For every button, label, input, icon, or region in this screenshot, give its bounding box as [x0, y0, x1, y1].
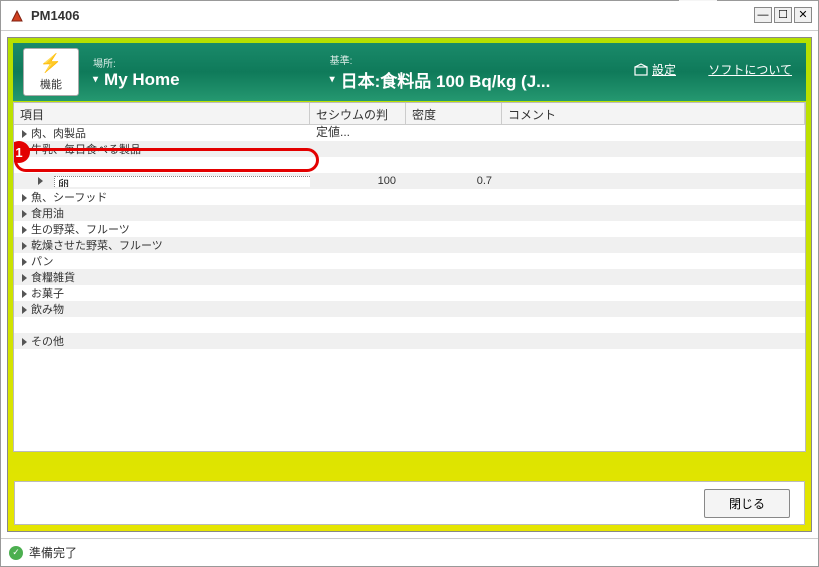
header-band: ⚡ 機能 場所: ▾ My Home 基準: ▾ 日本:食料品 100 Bq/k…: [13, 43, 806, 101]
item-label: お菓子: [31, 288, 64, 300]
item-label: その他: [31, 336, 64, 348]
item-edit-input[interactable]: [54, 176, 310, 187]
data-table: 項目 セシウムの判定値... 密度 コメント 肉、肉製品牛乳、毎日食べる製品 10…: [13, 102, 806, 452]
function-button[interactable]: ⚡ 機能: [23, 48, 79, 96]
status-text: 準備完了: [29, 544, 77, 561]
cell-item: 生の野菜、フルーツ: [14, 221, 310, 237]
item-label: 飲み物: [31, 304, 64, 316]
close-window-button[interactable]: ✕: [794, 7, 812, 23]
about-link[interactable]: ソフトについて: [708, 61, 792, 78]
table-row[interactable]: [14, 157, 805, 173]
expand-icon: [22, 130, 27, 138]
expand-icon: [22, 226, 27, 234]
table-header: 項目 セシウムの判定値... 密度 コメント: [14, 103, 805, 125]
item-label: 生の野菜、フルーツ: [31, 224, 130, 236]
cell-item: 乾燥させた野菜、フルーツ: [14, 237, 310, 253]
status-ok-icon: ✓: [9, 546, 23, 560]
cell-item: 肉、肉製品: [14, 125, 310, 141]
statusbar: ✓ 準備完了: [1, 538, 818, 566]
caret-down-icon: ▾: [330, 74, 335, 85]
cell-item: お菓子: [14, 285, 310, 301]
table-row[interactable]: 食用油: [14, 205, 805, 221]
table-row[interactable]: その他: [14, 333, 805, 349]
lightning-icon: ⚡: [40, 53, 62, 74]
location-label: 場所:: [93, 55, 180, 70]
expand-icon: [22, 242, 27, 250]
table-row[interactable]: お菓子: [14, 285, 805, 301]
expand-icon: [22, 210, 27, 218]
box-icon: [634, 63, 648, 77]
table-row[interactable]: [14, 317, 805, 333]
column-item[interactable]: 項目: [14, 103, 310, 124]
table-row[interactable]: パン: [14, 253, 805, 269]
column-comment[interactable]: コメント: [502, 103, 805, 124]
cell-item: 食糧雑貨: [14, 269, 310, 285]
table-row[interactable]: 生の野菜、フルーツ: [14, 221, 805, 237]
caret-down-icon: ▾: [93, 74, 98, 85]
expand-icon: [22, 306, 27, 314]
cell-item: その他: [14, 333, 310, 349]
cell-item: 魚、シーフッド: [14, 189, 310, 205]
item-label: 魚、シーフッド: [31, 192, 107, 204]
cell-item: 食用油: [14, 205, 310, 221]
settings-label: 設定: [652, 61, 676, 78]
expand-icon: [22, 194, 27, 202]
maximize-button[interactable]: ☐: [774, 7, 792, 23]
expand-icon: [22, 338, 27, 346]
close-button[interactable]: 閉じる: [704, 489, 790, 518]
function-label: 機能: [40, 76, 62, 92]
location-value: My Home: [104, 70, 180, 90]
cell-item: パン: [14, 253, 310, 269]
table-row[interactable]: 牛乳、毎日食べる製品: [14, 141, 805, 157]
item-label: 食糧雑貨: [31, 272, 75, 284]
item-label: 牛乳、毎日食べる製品: [31, 144, 141, 156]
column-density[interactable]: 密度: [406, 103, 502, 124]
expand-icon: [22, 274, 27, 282]
standard-dropdown[interactable]: ▾ 日本:食料品 100 Bq/kg (J...: [330, 67, 551, 92]
item-label: 乾燥させた野菜、フルーツ: [31, 240, 163, 252]
bottom-bar: 閉じる: [14, 481, 805, 525]
item-label: 肉、肉製品: [31, 128, 86, 140]
table-row[interactable]: 肉、肉製品: [14, 125, 805, 141]
expand-icon: [22, 290, 27, 298]
cell-item: 飲み物: [14, 301, 310, 317]
item-label: パン: [31, 256, 54, 268]
cell-item: [14, 175, 310, 187]
cell-density: 0.7: [406, 175, 502, 187]
table-row[interactable]: 魚、シーフッド: [14, 189, 805, 205]
expand-icon: [22, 258, 27, 266]
column-cesium[interactable]: セシウムの判定値...: [310, 103, 406, 124]
table-row[interactable]: 1000.7: [14, 173, 805, 189]
expand-icon: [38, 177, 43, 185]
titlebar: PM1406 — ☐ ✕: [1, 1, 818, 31]
cell-item: 牛乳、毎日食べる製品: [14, 141, 310, 157]
standard-label: 基準:: [330, 52, 551, 67]
table-row[interactable]: 乾燥させた野菜、フルーツ: [14, 237, 805, 253]
standard-value: 日本:食料品 100 Bq/kg (J...: [341, 67, 551, 92]
app-icon: [9, 8, 25, 24]
minimize-button[interactable]: —: [754, 7, 772, 23]
cell-cesium: 100: [310, 175, 406, 187]
settings-link[interactable]: 設定: [634, 61, 676, 78]
location-dropdown[interactable]: ▾ My Home: [93, 70, 180, 90]
window-title: PM1406: [31, 8, 79, 23]
table-row[interactable]: 飲み物: [14, 301, 805, 317]
table-row[interactable]: 食糧雑貨: [14, 269, 805, 285]
item-label: 食用油: [31, 208, 64, 220]
